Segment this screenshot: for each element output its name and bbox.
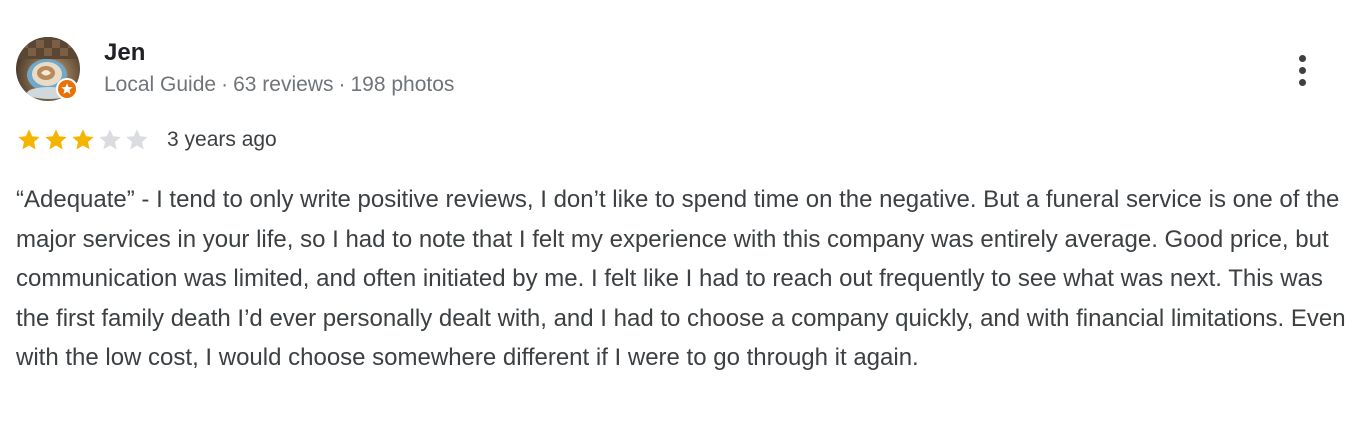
reviewer-name[interactable]: Jen — [104, 38, 145, 68]
star-filled-icon — [45, 129, 67, 150]
review-date: 3 years ago — [167, 128, 277, 151]
more-options-button[interactable] — [1286, 50, 1318, 90]
reviewer-review-count[interactable]: 63 reviews — [233, 73, 333, 96]
star-empty-icon — [126, 129, 148, 150]
reviewer-role: Local Guide — [104, 73, 217, 96]
star-filled-icon — [72, 129, 94, 150]
meta-separator: · — [338, 73, 346, 96]
local-guide-badge-icon — [56, 78, 78, 100]
reviewer-meta: Local Guide · 63 reviews · 198 photos — [104, 71, 454, 99]
more-vert-icon — [1298, 66, 1306, 74]
star-empty-icon — [99, 129, 121, 150]
more-vert-icon — [1298, 78, 1306, 86]
review-text: “Adequate” - I tend to only write positi… — [16, 186, 1346, 371]
star-rating — [16, 127, 150, 153]
review-card: Jen Local Guide · 63 reviews · 198 photos 3 … — [0, 0, 1364, 440]
rating-row: 3 years ago — [16, 126, 277, 154]
meta-separator: · — [221, 73, 229, 96]
star-filled-icon — [18, 129, 40, 150]
more-vert-icon — [1298, 54, 1306, 62]
reviewer-photo-count[interactable]: 198 photos — [350, 73, 454, 96]
